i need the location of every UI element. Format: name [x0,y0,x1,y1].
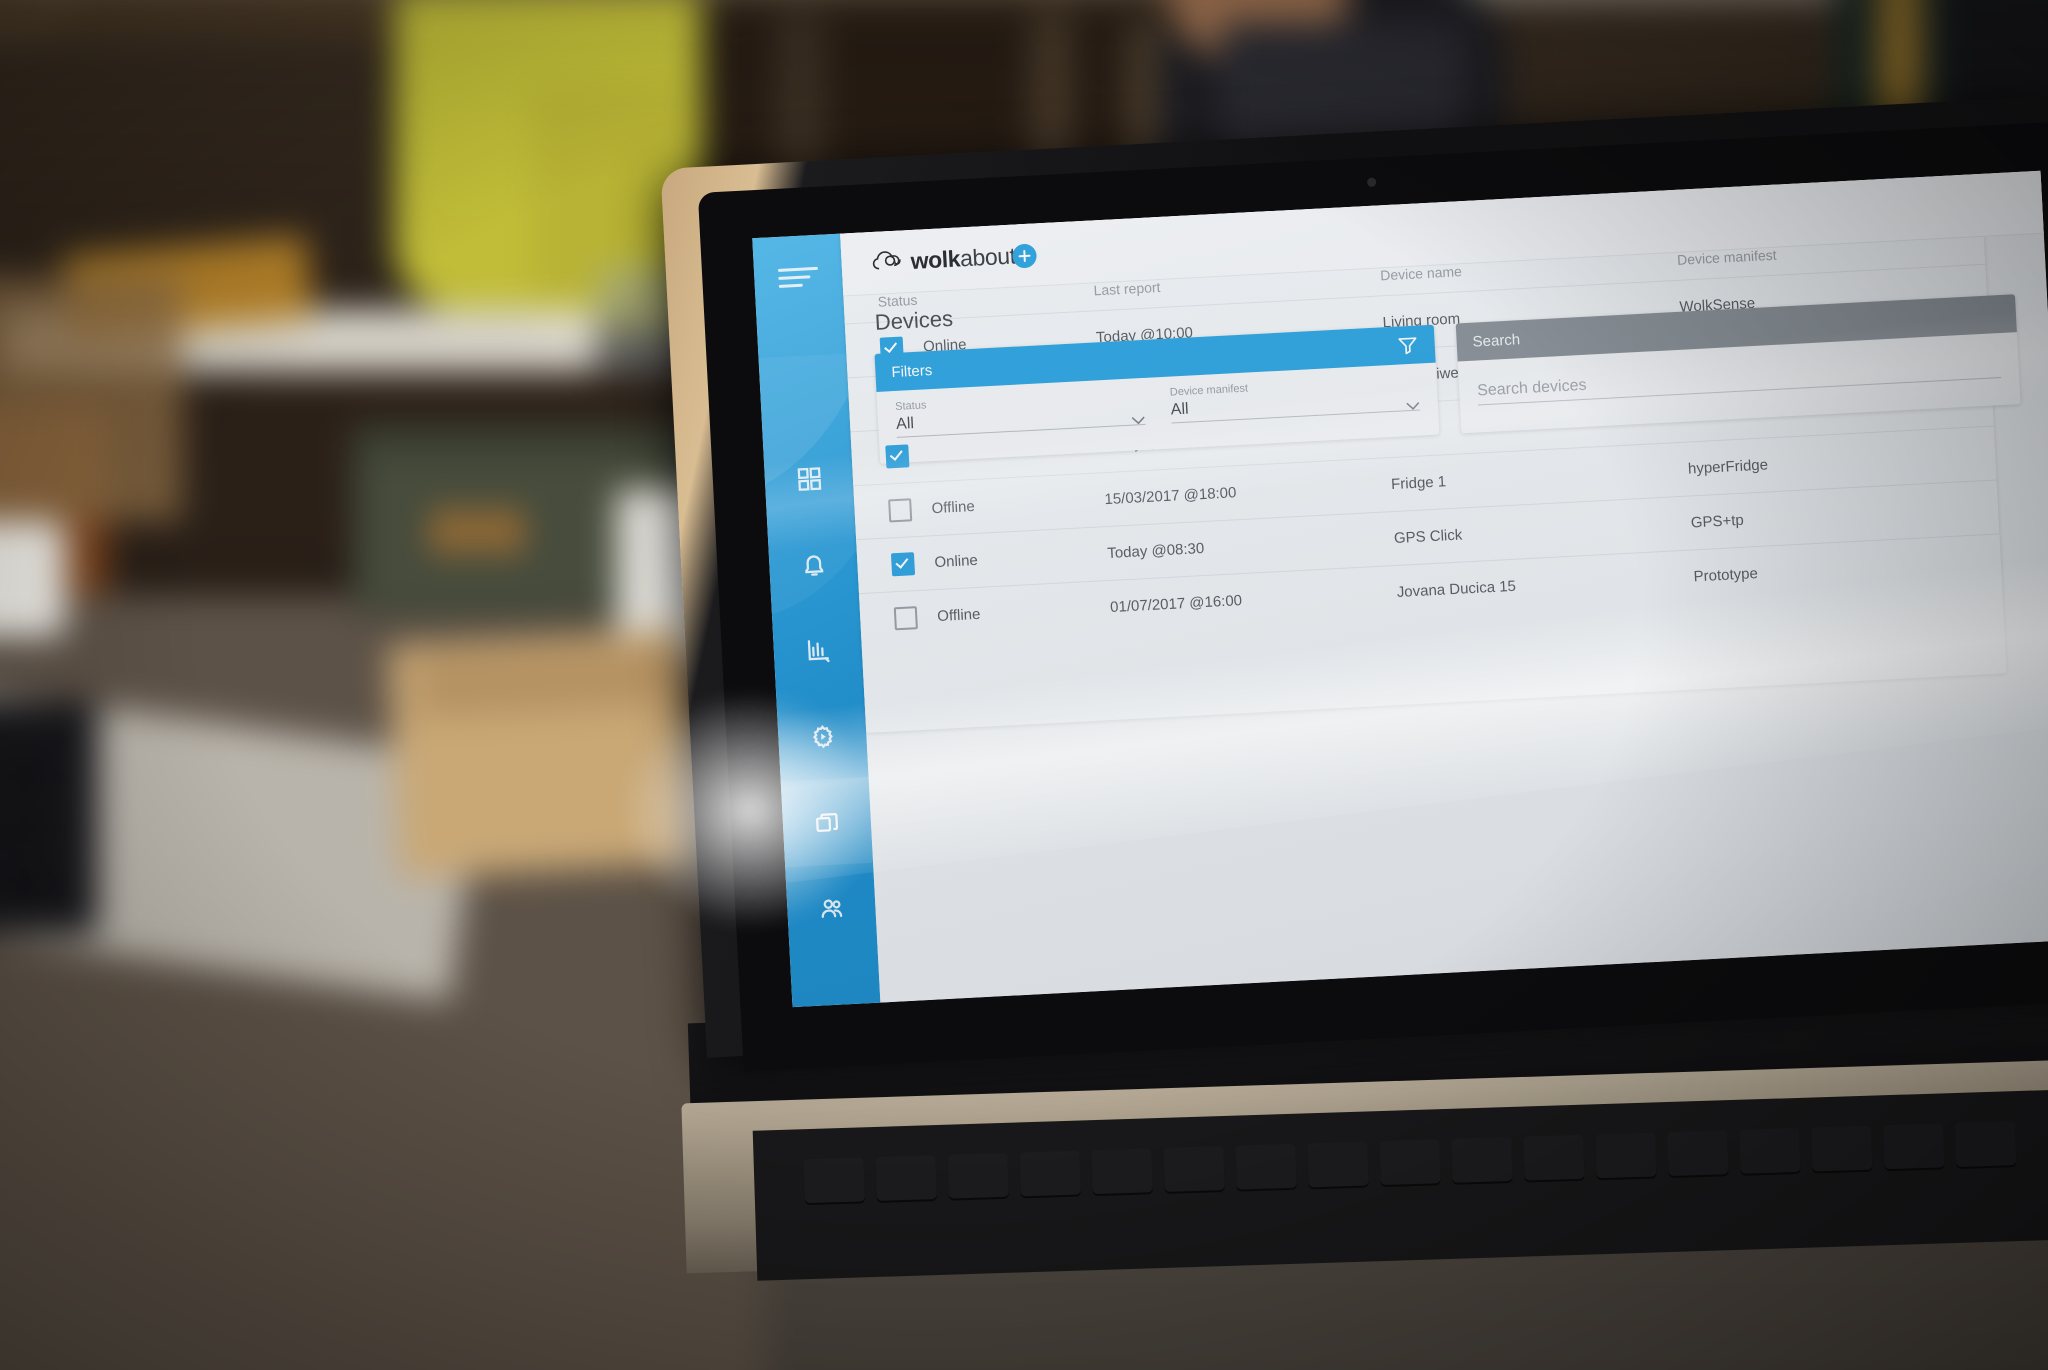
row-checkbox[interactable] [879,336,904,361]
cloud-at-icon [871,246,907,279]
logo-text-light: about [959,241,1017,271]
main-content: wolkabout Devices Filters Status All Dev… [840,170,2048,1003]
status-filter-value: All [895,415,915,433]
status-filter[interactable]: Status All [895,388,1146,438]
laptop-lid: wolkabout Devices Filters Status All Dev… [660,95,2048,1072]
row-checkbox[interactable] [890,552,916,577]
search-title: Search [1472,330,1521,351]
sidebar-item-settings[interactable] [776,691,868,781]
application-screen: wolkabout Devices Filters Status All Dev… [752,170,2048,1008]
row-checkbox[interactable] [888,498,913,523]
photo-scene: wolkabout Devices Filters Status All Dev… [0,0,2048,1370]
manifest-filter-value: All [1170,400,1190,419]
sidebar-item-dashboard[interactable] [763,433,855,523]
row-status: Offline [936,605,981,626]
bell-icon [799,550,827,578]
users-icon [817,894,845,922]
grid-dashboard-icon [795,464,823,492]
hamburger-menu-icon[interactable] [777,266,819,291]
chevron-down-icon [1406,398,1420,411]
row-checkbox[interactable] [893,606,918,631]
sidebar-item-analytics[interactable] [772,605,864,695]
sidebar-item-users[interactable] [785,863,877,953]
manifest-filter[interactable]: Device manifest All [1170,374,1421,424]
filters-title: Filters [891,361,933,381]
gear-icon [808,722,836,750]
row-status: Offline [931,497,976,518]
funnel-icon[interactable] [1396,334,1419,357]
laptop: wolkabout Devices Filters Status All Dev… [640,86,2048,1369]
sidebar-item-alarms[interactable] [767,519,859,609]
sidebar-item-devices[interactable] [780,776,874,868]
row-status: Online [934,551,979,572]
bar-chart-icon [804,636,832,664]
wolkabout-logo[interactable]: wolkabout [871,240,1017,278]
search-input[interactable]: Search devices [1476,355,2002,406]
cubes-icon [813,808,841,836]
logo-text-bold: wolk [909,244,961,274]
page-title: Devices [874,305,954,335]
chevron-down-icon [1131,412,1145,425]
row-checkbox[interactable] [885,444,910,469]
